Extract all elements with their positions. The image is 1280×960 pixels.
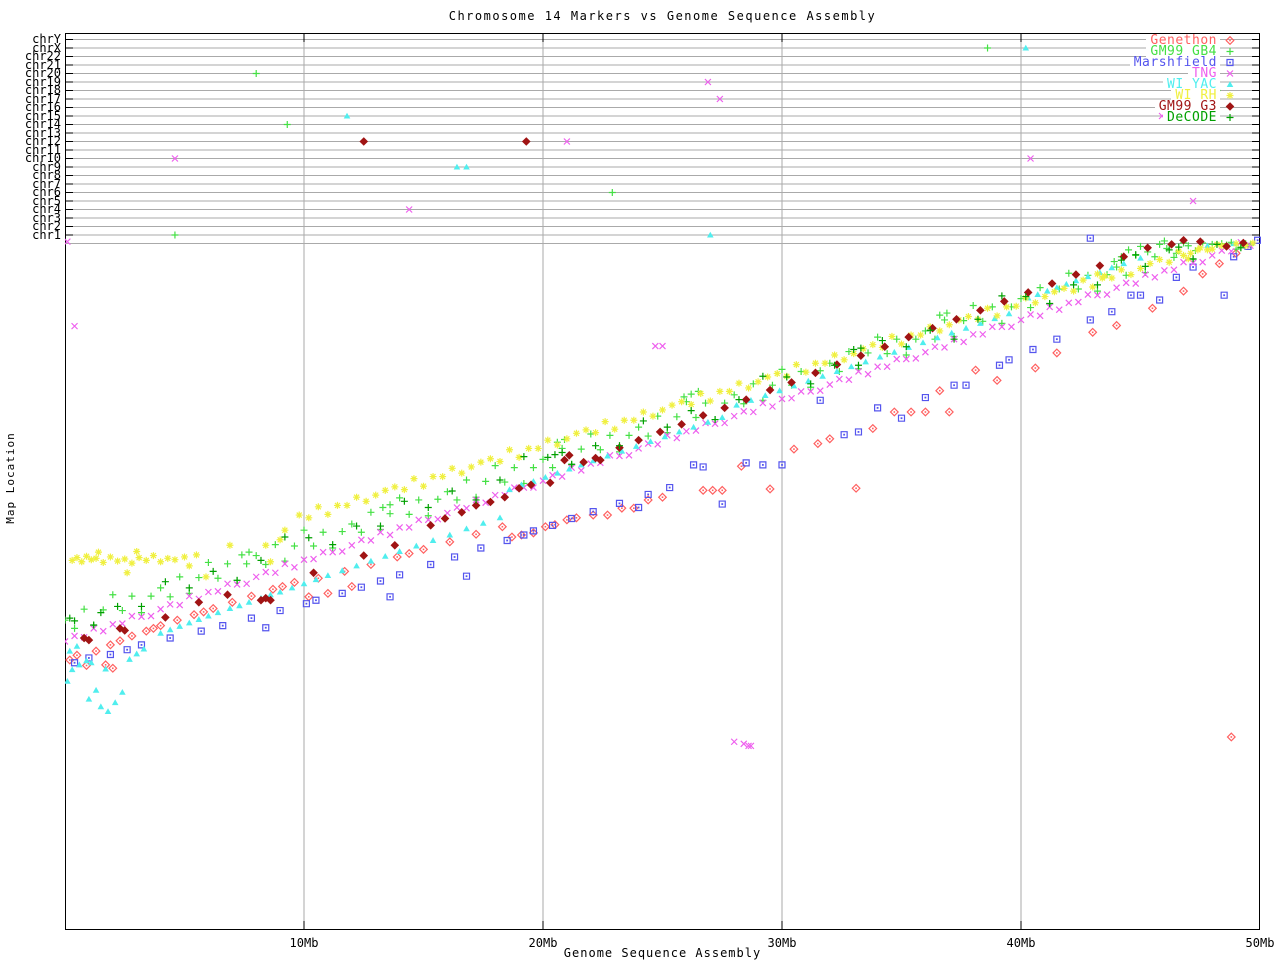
marshfield-marker-icon	[1220, 57, 1240, 68]
x-tick-label-40Mb: 40Mb	[991, 936, 1051, 950]
series-decode	[66, 241, 1244, 629]
x-tick-label-50Mb: 50Mb	[1230, 936, 1280, 950]
genethon-marker-icon	[1220, 35, 1240, 46]
x-tick-label-10Mb: 10Mb	[274, 936, 334, 950]
x-tick-label-30Mb: 30Mb	[752, 936, 812, 950]
wirh-marker-icon	[1220, 90, 1240, 101]
decode-marker-icon	[1220, 112, 1240, 123]
series-wiyac	[65, 45, 1237, 714]
chart-title: Chromosome 14 Markers vs Genome Sequence…	[65, 9, 1260, 23]
legend-item-decode: DeCODE	[1163, 112, 1240, 123]
g3-marker-icon	[1220, 101, 1240, 112]
series-g3	[81, 138, 1247, 644]
chart-canvas: Chromosome 14 Markers vs Genome Sequence…	[0, 0, 1280, 960]
y-tick-label-chr1: chr1	[0, 231, 61, 240]
x-tick-label-20Mb: 20Mb	[513, 936, 573, 950]
gb4-marker-icon	[1220, 46, 1240, 57]
legend-item-marshfield: Marshfield	[1130, 57, 1240, 68]
wiyac-marker-icon	[1220, 79, 1240, 90]
x-axis-title: Genome Sequence Assembly	[65, 946, 1260, 960]
gridlines	[65, 33, 1260, 930]
tng-marker-icon	[1220, 68, 1240, 79]
scatter-plot-area	[65, 33, 1261, 931]
axes	[65, 33, 1260, 930]
legend-label: DeCODE	[1163, 112, 1220, 123]
y-axis-title: Map Location	[4, 408, 18, 548]
series-tng	[65, 79, 1253, 749]
series-genethon	[66, 250, 1240, 741]
